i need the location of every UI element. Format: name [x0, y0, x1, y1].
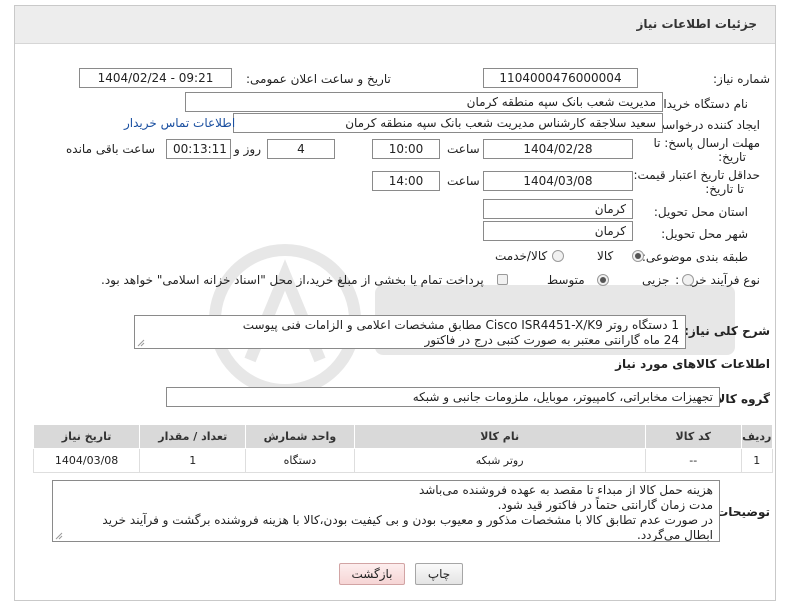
purchase-radio-medium[interactable]	[597, 274, 609, 286]
validity-date-field: 1404/03/08	[483, 171, 633, 191]
description-line-1: 1 دستگاه روتر Cisco ISR4451-X/K9 مطابق م…	[242, 318, 679, 332]
purchase-option-minor: جزیی	[642, 273, 670, 287]
deadline-label: مهلت ارسال پاسخ: تا	[653, 136, 760, 150]
resize-grip-icon	[55, 532, 63, 540]
buyer-org-label: نام دستگاه خریدار:	[653, 97, 749, 111]
col-unit: واحد شمارش	[245, 424, 355, 449]
validity-time-label: ساعت	[447, 174, 480, 188]
goods-table-header: ردیف کد کالا نام کالا واحد شمارش تعداد /…	[32, 424, 774, 449]
category-radio-goods[interactable]	[632, 250, 644, 262]
validity-time-field: 14:00	[372, 171, 440, 191]
cell-need-date: 1404/03/08	[32, 448, 141, 473]
panel-header: جزئیات اطلاعات نیاز	[15, 6, 775, 44]
resize-grip-icon	[137, 339, 145, 347]
cell-row: 1	[740, 448, 774, 473]
requester-label: ایجاد کننده درخواست:	[649, 118, 760, 132]
remaining-time-field: 00:13:11	[166, 139, 231, 159]
goods-table: ردیف کد کالا نام کالا واحد شمارش تعداد /…	[32, 424, 774, 473]
province-field: کرمان	[483, 199, 633, 219]
need-number-label: شماره نیاز:	[713, 72, 770, 86]
deadline-time-field: 10:00	[372, 139, 440, 159]
buyer-note-line: هزینه حمل کالا از مبداء تا مقصد به عهده …	[418, 483, 713, 497]
deadline-time-label: ساعت	[447, 142, 480, 156]
buyer-note-line: در صورت عدم تطابق کالا با مشخصات مذکور و…	[102, 513, 713, 527]
need-number-field: 1104000476000004	[483, 68, 638, 88]
cell-quantity: 1	[139, 448, 247, 473]
cell-code: --	[644, 448, 742, 473]
purchase-option-medium: متوسط	[547, 273, 585, 287]
category-label: طبقه بندی موضوعی:	[641, 250, 748, 264]
city-field: کرمان	[483, 221, 633, 241]
buyer-note-line: مدت زمان گارانتی حتماً در فاکتور قید شود…	[497, 498, 713, 512]
col-need-date: تاریخ نیاز	[32, 424, 141, 449]
goods-group-label: گروه کالا:	[711, 392, 770, 406]
back-button[interactable]: بازگشت	[339, 563, 405, 585]
treasury-note: پرداخت تمام یا بخشی از مبلغ خرید،از محل …	[101, 273, 484, 287]
deadline-date-field: 1404/02/28	[483, 139, 633, 159]
days-label: روز و	[234, 142, 261, 156]
goods-group-field: تجهیزات مخابراتی، کامپیوتر، موبایل، ملزو…	[166, 387, 720, 407]
description-label: شرح کلی نیاز:	[684, 324, 770, 338]
announce-label: تاریخ و ساعت اعلان عمومی:	[246, 72, 391, 86]
print-button[interactable]: چاپ	[415, 563, 463, 585]
category-radio-goods-service[interactable]	[552, 250, 564, 262]
buyer-org-field: مدیریت شعب بانک سپه منطقه کرمان	[185, 92, 663, 112]
contact-info-link[interactable]: اطلاعات تماس خریدار	[124, 116, 235, 130]
buyer-notes-textarea[interactable]: هزینه حمل کالا از مبداء تا مقصد به عهده …	[52, 480, 720, 542]
col-code: کد کالا	[644, 424, 742, 449]
remaining-label: ساعت باقی مانده	[66, 142, 156, 156]
city-label: شهر محل تحویل:	[661, 227, 748, 241]
table-row: 1 -- روتر شبکه دستگاه 1 1404/03/08	[32, 448, 774, 473]
category-option-goods: کالا	[597, 249, 614, 263]
validity-label: حداقل تاریخ اعتبار قیمت:	[633, 168, 760, 182]
treasury-checkbox[interactable]	[497, 274, 508, 285]
requester-field: سعید سلاجقه کارشناس مدیریت شعب بانک سپه …	[233, 113, 663, 133]
col-quantity: تعداد / مقدار	[139, 424, 247, 449]
province-label: استان محل تحویل:	[653, 205, 748, 219]
goods-section-title: اطلاعات کالاهای مورد نیاز	[615, 357, 770, 371]
panel-title: جزئیات اطلاعات نیاز	[636, 17, 757, 31]
purchase-radio-minor[interactable]	[682, 274, 694, 286]
deadline-label-date: تاریخ:	[718, 150, 746, 164]
days-field: 4	[267, 139, 335, 159]
announce-field: 1404/02/24 - 09:21	[79, 68, 232, 88]
description-line-2: 24 ماه گارانتی معتبر به صورت کتبی درج در…	[424, 333, 679, 347]
buyer-note-line: ابطال می‌گردد.	[637, 528, 713, 542]
validity-label-date: تا تاریخ:	[705, 182, 744, 196]
cell-unit: دستگاه	[245, 448, 355, 473]
category-option-goods-service: کالا/خدمت	[495, 249, 548, 263]
col-row: ردیف	[740, 424, 774, 449]
cell-name: روتر شبکه	[353, 448, 646, 473]
description-textarea[interactable]: 1 دستگاه روتر Cisco ISR4451-X/K9 مطابق م…	[134, 315, 686, 349]
col-name: نام کالا	[353, 424, 646, 449]
